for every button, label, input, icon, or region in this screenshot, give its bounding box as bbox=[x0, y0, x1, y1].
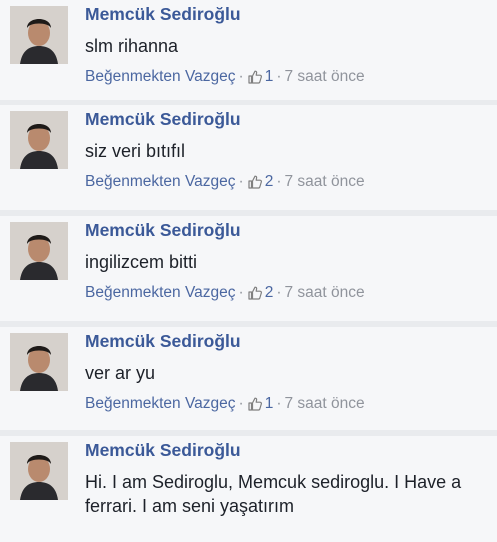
thumbs-up-icon bbox=[248, 397, 262, 411]
separator: · bbox=[276, 395, 282, 412]
like-count[interactable]: 1 bbox=[265, 395, 274, 413]
profile-photo-icon bbox=[10, 333, 68, 391]
thumbs-up-icon bbox=[248, 286, 262, 300]
thumbs-up-icon bbox=[248, 175, 262, 189]
unlike-link[interactable]: Beğenmekten Vazgeç bbox=[85, 284, 236, 302]
profile-photo-icon bbox=[10, 442, 68, 500]
timestamp[interactable]: 7 saat önce bbox=[284, 395, 364, 413]
thumbs-up-icon bbox=[248, 70, 262, 84]
comment-author[interactable]: Memcük Sediroğlu bbox=[85, 440, 241, 461]
comment-author[interactable]: Memcük Sediroğlu bbox=[85, 4, 241, 25]
comment-item: Memcük Sediroğlu ver ar yu Beğenmekten V… bbox=[0, 327, 497, 430]
profile-photo-icon bbox=[10, 222, 68, 280]
timestamp[interactable]: 7 saat önce bbox=[284, 284, 364, 302]
profile-photo-icon bbox=[10, 111, 68, 169]
comment-meta: Beğenmekten Vazgeç · 2 · 7 saat önce bbox=[85, 284, 365, 302]
comment-author[interactable]: Memcük Sediroğlu bbox=[85, 220, 241, 241]
comment-feed: Memcük Sediroğlu slm rihanna Beğenmekten… bbox=[0, 0, 497, 542]
comment-text: ingilizcem bitti bbox=[85, 252, 198, 272]
comment-item: Memcük Sediroğlu siz veri bıtıfıl Beğenm… bbox=[0, 105, 497, 210]
comment-text: siz veri bıtıfıl bbox=[85, 141, 186, 161]
comment-text: slm rihanna bbox=[85, 36, 179, 56]
separator: · bbox=[238, 284, 244, 301]
comment-author[interactable]: Memcük Sediroğlu bbox=[85, 109, 241, 130]
like-count[interactable]: 2 bbox=[265, 284, 274, 302]
comment-meta: Beğenmekten Vazgeç · 1 · 7 saat önce bbox=[85, 68, 365, 86]
like-count[interactable]: 1 bbox=[265, 68, 274, 86]
comment-author[interactable]: Memcük Sediroğlu bbox=[85, 331, 241, 352]
separator: · bbox=[276, 173, 282, 190]
unlike-link[interactable]: Beğenmekten Vazgeç bbox=[85, 68, 236, 86]
timestamp[interactable]: 7 saat önce bbox=[284, 173, 364, 191]
unlike-link[interactable]: Beğenmekten Vazgeç bbox=[85, 173, 236, 191]
unlike-link[interactable]: Beğenmekten Vazgeç bbox=[85, 395, 236, 413]
avatar[interactable] bbox=[10, 6, 68, 64]
comment-item: Memcük Sediroğlu Hi. I am Sediroglu, Mem… bbox=[0, 436, 497, 542]
avatar[interactable] bbox=[10, 333, 68, 391]
comment-meta: Beğenmekten Vazgeç · 1 · 7 saat önce bbox=[85, 395, 365, 413]
comment-text: Hi. I am Sediroglu, Memcuk sediroglu. I … bbox=[85, 472, 462, 516]
separator: · bbox=[238, 173, 244, 190]
profile-photo-icon bbox=[10, 6, 68, 64]
separator: · bbox=[238, 68, 244, 85]
comment-item: Memcük Sediroğlu ingilizcem bitti Beğenm… bbox=[0, 216, 497, 321]
timestamp[interactable]: 7 saat önce bbox=[284, 68, 364, 86]
separator: · bbox=[276, 284, 282, 301]
separator: · bbox=[276, 68, 282, 85]
comment-meta: Beğenmekten Vazgeç · 2 · 7 saat önce bbox=[85, 173, 365, 191]
avatar[interactable] bbox=[10, 222, 68, 280]
separator: · bbox=[238, 395, 244, 412]
avatar[interactable] bbox=[10, 442, 68, 500]
avatar[interactable] bbox=[10, 111, 68, 169]
like-count[interactable]: 2 bbox=[265, 173, 274, 191]
comment-text: ver ar yu bbox=[85, 363, 156, 383]
comment-item: Memcük Sediroğlu slm rihanna Beğenmekten… bbox=[0, 0, 497, 100]
